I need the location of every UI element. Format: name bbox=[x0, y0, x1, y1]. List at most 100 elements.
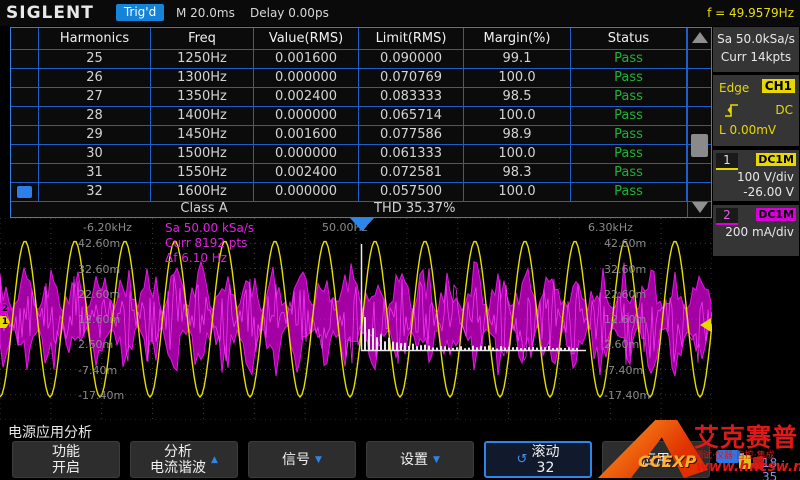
harmonics-table: HarmonicsFreqValue(RMS)Limit(RMS)Margin(… bbox=[10, 27, 712, 218]
brand-logo: SIGLENT bbox=[6, 3, 94, 23]
channel2-number: 2 bbox=[716, 208, 738, 225]
menu-button-function[interactable]: 功能开启 bbox=[12, 441, 120, 478]
table-cell: 100.0 bbox=[464, 69, 571, 87]
menu-button-label: 功能开启 bbox=[52, 444, 80, 476]
table-cell: 0.077586 bbox=[359, 126, 464, 144]
scale-label: -7.40m bbox=[78, 364, 117, 377]
menu-button-scroll[interactable]: ↺滚动32 bbox=[484, 441, 592, 478]
oscilloscope-screen: SIGLENT Trig'd M 20.0ms Delay 0.00ps f =… bbox=[0, 0, 800, 480]
delay-readout: Delay 0.00ps bbox=[250, 6, 329, 20]
table-cell: Pass bbox=[571, 145, 687, 163]
scroll-up-icon[interactable] bbox=[692, 32, 708, 43]
row-select-cell bbox=[11, 50, 39, 68]
scale-label: 22.60m bbox=[78, 288, 120, 301]
row-select-cell bbox=[11, 145, 39, 163]
table-cell: 98.3 bbox=[464, 164, 571, 182]
top-status-bar: SIGLENT Trig'd M 20.0ms Delay 0.00ps f =… bbox=[0, 0, 800, 26]
menu-button-apply[interactable]: 应用 bbox=[602, 441, 710, 478]
overlay-sample-rate: Sa 50.00 kSa/s bbox=[165, 221, 254, 236]
rising-edge-icon bbox=[723, 101, 741, 119]
menu-button-signal[interactable]: 信号▼ bbox=[248, 441, 356, 478]
column-header: Margin(%) bbox=[464, 28, 571, 49]
table-cell: 99.1 bbox=[464, 50, 571, 68]
table-cell: 0.002400 bbox=[254, 88, 359, 106]
menu-button-label: 分析电流谐波 bbox=[150, 444, 206, 476]
table-body: 251250Hz0.0016000.09000099.1Pass261300Hz… bbox=[11, 50, 711, 202]
table-cell: 31 bbox=[39, 164, 151, 182]
right-sidebar: Sa 50.0kSa/s Curr 14kpts Edge CH1 DC L 0… bbox=[712, 26, 800, 480]
menu-button-label: 滚动32 bbox=[531, 444, 559, 476]
scroll-thumb[interactable] bbox=[691, 134, 708, 157]
table-row[interactable]: 281400Hz0.0000000.065714100.0Pass bbox=[11, 107, 711, 126]
trigger-type-label: Edge bbox=[719, 81, 749, 95]
row-select-cell bbox=[11, 69, 39, 87]
table-row[interactable]: 311550Hz0.0024000.07258198.3Pass bbox=[11, 164, 711, 183]
menu-button-settings[interactable]: 设置 ▼ bbox=[366, 441, 474, 478]
channel2-panel[interactable]: 2 DC1M 200 mA/div bbox=[713, 205, 799, 256]
channel1-scale-readout: 100 V/div bbox=[737, 170, 794, 184]
table-row[interactable]: 251250Hz0.0016000.09000099.1Pass bbox=[11, 50, 711, 69]
table-row[interactable]: 291450Hz0.0016000.07758698.9Pass bbox=[11, 126, 711, 145]
scale-label: 32.60m bbox=[604, 263, 646, 276]
overlay-points: Curr 8192 pts bbox=[165, 236, 254, 251]
scale-label: 2.60m bbox=[78, 338, 113, 351]
table-cell: 100.0 bbox=[464, 183, 571, 201]
trigger-level-marker[interactable] bbox=[700, 318, 711, 332]
down-arrow-icon: ▼ bbox=[315, 455, 322, 465]
table-cell: 100.0 bbox=[464, 145, 571, 163]
table-scrollbar[interactable] bbox=[687, 28, 711, 217]
table-cell: 0.061333 bbox=[359, 145, 464, 163]
table-cell: Pass bbox=[571, 88, 687, 106]
screenshot-icon bbox=[739, 455, 751, 469]
table-row[interactable]: 271350Hz0.0024000.08333398.5Pass bbox=[11, 88, 711, 107]
table-cell: 32 bbox=[39, 183, 151, 201]
acquisition-overlay: Sa 50.00 kSa/s Curr 8192 pts Δf 6.10 Hz bbox=[165, 221, 254, 266]
table-cell: 25 bbox=[39, 50, 151, 68]
scale-label: 22.60m bbox=[604, 288, 646, 301]
table-cell: 0.001600 bbox=[254, 126, 359, 144]
column-header: Status bbox=[571, 28, 687, 49]
table-header-row: HarmonicsFreqValue(RMS)Limit(RMS)Margin(… bbox=[11, 28, 711, 50]
table-cell: 1550Hz bbox=[151, 164, 254, 182]
table-cell: 1500Hz bbox=[151, 145, 254, 163]
memory-depth-readout: Curr 14kpts bbox=[713, 48, 799, 66]
table-cell: 26 bbox=[39, 69, 151, 87]
table-cell: 1400Hz bbox=[151, 107, 254, 125]
down-arrow-icon: ▼ bbox=[433, 455, 440, 465]
table-row[interactable]: 261300Hz0.0000000.070769100.0Pass bbox=[11, 69, 711, 88]
menu-button-analysis[interactable]: 分析电流谐波 ▲ bbox=[130, 441, 238, 478]
table-cell: 30 bbox=[39, 145, 151, 163]
table-cell: 0.065714 bbox=[359, 107, 464, 125]
scale-label: 42.60m bbox=[78, 237, 120, 250]
column-header bbox=[11, 28, 39, 49]
channel1-offset-readout: -26.00 V bbox=[743, 185, 794, 199]
table-cell: 28 bbox=[39, 107, 151, 125]
column-header: Limit(RMS) bbox=[359, 28, 464, 49]
table-row[interactable]: 321600Hz0.0000000.057500100.0Pass bbox=[11, 183, 711, 202]
scale-label: 12.60m bbox=[604, 313, 646, 326]
table-cell: Pass bbox=[571, 164, 687, 182]
trigger-position-marker[interactable] bbox=[350, 218, 374, 231]
table-cell: 0.070769 bbox=[359, 69, 464, 87]
scale-label: -17.40m bbox=[604, 389, 650, 402]
row-select-cell bbox=[11, 164, 39, 182]
table-cell: 0.072581 bbox=[359, 164, 464, 182]
trigger-source-badge: CH1 bbox=[762, 79, 795, 93]
scale-label: -17.40m bbox=[78, 389, 124, 402]
up-arrow-icon: ▲ bbox=[211, 455, 218, 465]
row-select-cell bbox=[11, 88, 39, 106]
class-label: Class A bbox=[39, 201, 369, 216]
table-row[interactable]: 301500Hz0.0000000.061333100.0Pass bbox=[11, 145, 711, 164]
trigger-status-badge: Trig'd bbox=[116, 4, 164, 21]
table-cell: 27 bbox=[39, 88, 151, 106]
menu-button-label: 设置 bbox=[400, 452, 428, 468]
acquisition-panel: Sa 50.0kSa/s Curr 14kpts bbox=[713, 27, 799, 72]
row-select-cell bbox=[11, 183, 39, 201]
row-select-cell bbox=[11, 107, 39, 125]
sample-rate-readout: Sa 50.0kSa/s bbox=[713, 30, 799, 48]
table-cell: 0.083333 bbox=[359, 88, 464, 106]
scroll-down-icon[interactable] bbox=[692, 202, 708, 213]
table-cell: 0.002400 bbox=[254, 164, 359, 182]
scale-label: 32.60m bbox=[78, 263, 120, 276]
channel1-panel[interactable]: 1 DC1M 100 V/div -26.00 V bbox=[713, 150, 799, 201]
